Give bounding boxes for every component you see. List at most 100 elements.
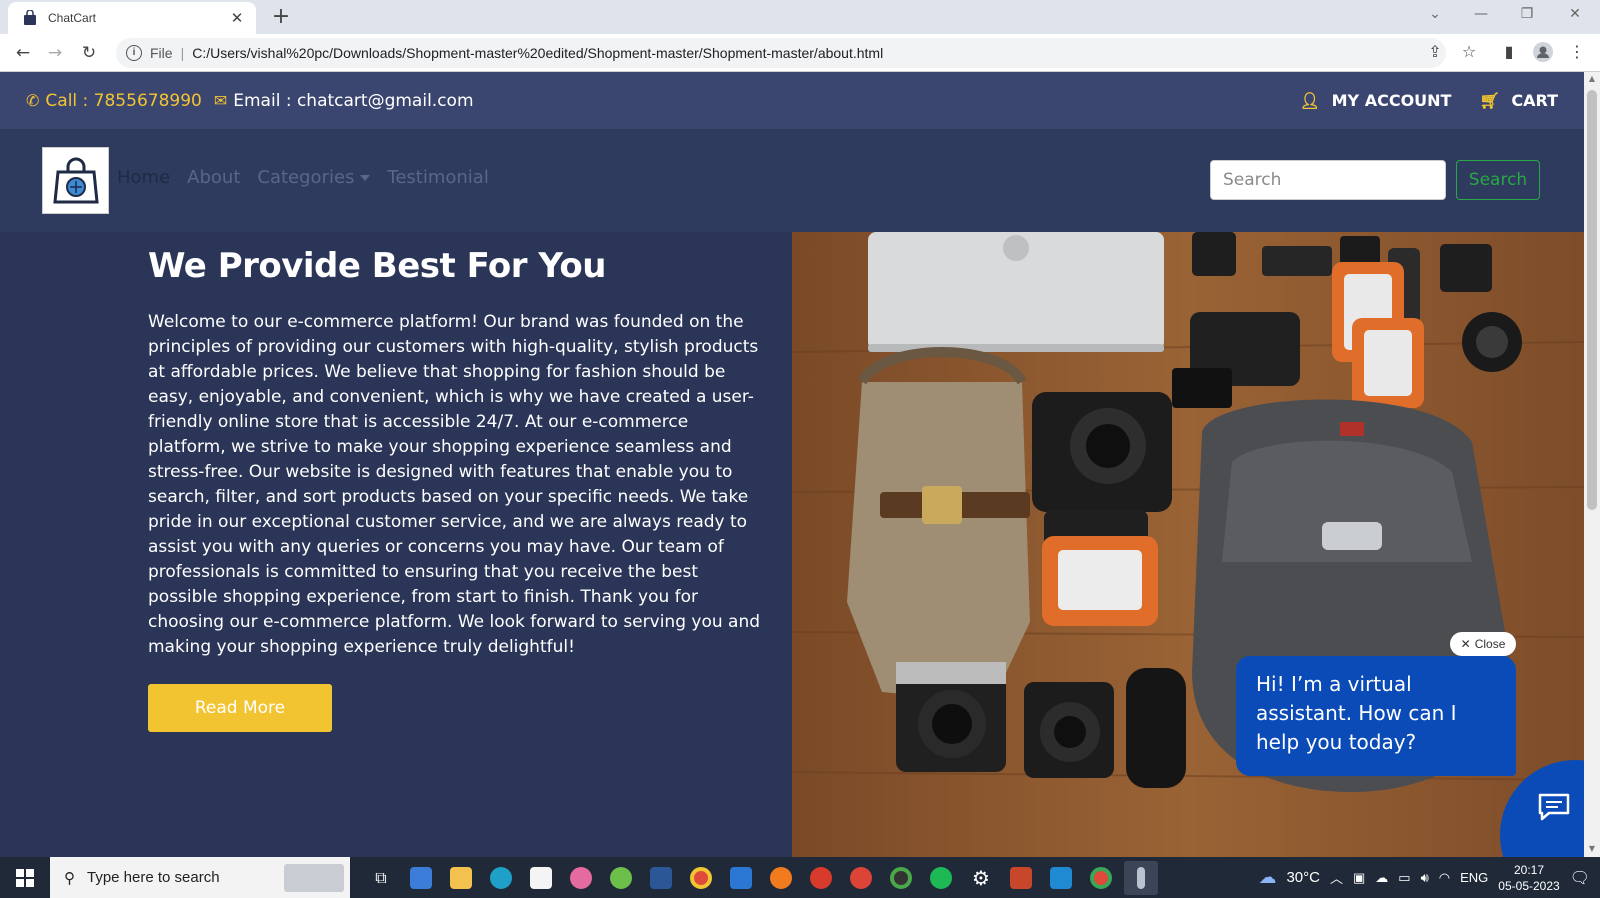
chrome-dev-icon[interactable] [884, 861, 918, 895]
language-indicator[interactable]: ENG [1460, 870, 1488, 885]
minimize-icon[interactable]: — [1466, 6, 1496, 22]
browser-tabbar: ChatCart ✕ + ⌄ — ❐ ✕ [0, 0, 1600, 34]
menu-kebab-icon[interactable]: ⋮ [1566, 42, 1588, 61]
clock-time: 20:17 [1513, 862, 1544, 877]
my-account-label: MY ACCOUNT [1331, 91, 1452, 110]
url-text[interactable]: C:/Users/vishal%20pc/Downloads/Shopment-… [192, 45, 883, 61]
url-scheme-label: File [150, 45, 173, 61]
cart-link[interactable]: 🛒︎ CART [1479, 91, 1558, 110]
volume-icon[interactable]: 🔊︎ [1421, 870, 1429, 886]
phone-icon: ✆ [26, 91, 40, 110]
settings-gear-icon[interactable]: ⚙ [964, 861, 998, 895]
call-text[interactable]: Call : 7855678990 [45, 91, 201, 111]
edge-browser-icon[interactable] [484, 861, 518, 895]
taskbar-clock[interactable]: 20:17 05-05-2023 [1498, 862, 1559, 894]
forward-icon[interactable]: → [42, 40, 68, 66]
firefox-icon[interactable] [764, 861, 798, 895]
magnifier-icon: ⚲ [64, 869, 75, 887]
about-section: We Provide Best For You Welcome to our e… [0, 232, 792, 857]
browser-toolbar: ← → ↻ i File | C:/Users/vishal%20pc/Down… [0, 34, 1600, 72]
powerpoint-icon[interactable] [1004, 861, 1038, 895]
scrollbar-thumb[interactable] [1587, 90, 1597, 510]
user-icon: 👤︎ [1299, 91, 1321, 110]
meet-now-icon[interactable]: ▣ [1353, 870, 1365, 886]
search-input[interactable] [1210, 160, 1446, 200]
taskbar-search-placeholder: Type here to search [87, 869, 220, 886]
close-tab-icon[interactable]: ✕ [228, 9, 246, 27]
show-hidden-icons-chevron-icon[interactable]: ︿ [1330, 868, 1343, 887]
bookmark-star-icon[interactable]: ☆ [1458, 42, 1480, 61]
web-page: ✆ Call : 7855678990 ✉ Email : chatcart@g… [0, 72, 1584, 857]
address-bar[interactable]: i File | C:/Users/vishal%20pc/Downloads/… [116, 38, 1446, 68]
clock-date: 05-05-2023 [1498, 878, 1560, 893]
battery-icon[interactable]: ▭ [1398, 870, 1410, 886]
spotify-icon[interactable] [924, 861, 958, 895]
page-scrollbar[interactable]: ▲ ▼ [1584, 72, 1600, 857]
search-highlight-icon [284, 863, 344, 892]
onedrive-cloud-icon[interactable]: ☁ [1375, 870, 1388, 886]
profile-icon[interactable] [1532, 42, 1554, 66]
restore-icon[interactable]: ❐ [1512, 6, 1542, 22]
cart-label: CART [1511, 91, 1558, 110]
read-more-button[interactable]: Read More [148, 684, 332, 732]
side-panel-icon[interactable]: ▮ [1498, 42, 1520, 61]
mail-icon[interactable] [724, 861, 758, 895]
chatcart-logo[interactable] [42, 147, 109, 214]
nav-home[interactable]: Home [117, 167, 170, 188]
cart-icon: 🛒︎ [1479, 91, 1500, 110]
tab-search-icon[interactable]: ⌄ [1420, 6, 1450, 22]
pdf-app-icon[interactable] [804, 861, 838, 895]
nav-testimonial[interactable]: Testimonial [387, 167, 488, 188]
nav-categories-dropdown[interactable]: Categories [257, 167, 371, 188]
info-icon[interactable]: i [126, 45, 142, 61]
vscode-icon[interactable] [1044, 861, 1078, 895]
weather-temp[interactable]: 30°C [1286, 869, 1320, 886]
paint-app-icon[interactable] [564, 861, 598, 895]
contact-strip: ✆ Call : 7855678990 ✉ Email : chatcart@g… [0, 72, 1584, 129]
chat-close-label: Close [1474, 637, 1506, 651]
nav-categories-label: Categories [257, 167, 355, 188]
ms-store-icon[interactable] [524, 861, 558, 895]
chat-greeting-text: Hi! I’m a virtual assistant. How can I h… [1256, 672, 1457, 754]
utorrent-icon[interactable] [604, 861, 638, 895]
file-explorer-icon[interactable] [444, 861, 478, 895]
word-icon[interactable] [644, 861, 678, 895]
chat-close-button[interactable]: ✕ Close [1450, 632, 1516, 656]
close-window-icon[interactable]: ✕ [1560, 6, 1590, 22]
pen-app-icon[interactable] [404, 861, 438, 895]
my-account-link[interactable]: 👤︎ MY ACCOUNT [1300, 91, 1452, 110]
chat-message-icon [1538, 793, 1570, 821]
chrome-icon[interactable] [684, 861, 718, 895]
windows-start-button[interactable] [0, 857, 50, 898]
reload-icon[interactable]: ↻ [76, 40, 102, 66]
nav-links: Home About Categories Testimonial [117, 167, 489, 188]
bag-favicon-icon [24, 10, 36, 25]
taskbar-search-box[interactable]: ⚲ Type here to search [50, 857, 350, 898]
tab-title: ChatCart [48, 11, 97, 25]
about-title: We Provide Best For You [148, 246, 606, 286]
active-app-icon[interactable] [1124, 860, 1158, 895]
system-tray: ☁ 30°C ︿ ▣ ☁ ▭ 🔊︎ ◠ ENG 20:17 05-05-2023… [1258, 862, 1600, 894]
search-button[interactable]: Search [1456, 160, 1540, 200]
url-separator: | [180, 45, 185, 61]
weather-cloud-icon: ☁ [1258, 867, 1277, 887]
email-text[interactable]: Email : chatcart@gmail.com [233, 91, 473, 111]
nav-about[interactable]: About [187, 167, 240, 188]
new-tab-button[interactable]: + [268, 4, 294, 29]
chat-greeting-bubble[interactable]: Hi! I’m a virtual assistant. How can I h… [1236, 656, 1516, 776]
caret-down-icon [360, 175, 371, 181]
windows-taskbar: ⚲ Type here to search ⧉ ⚙ ☁ 30°C ︿ ▣ ☁ ▭… [0, 857, 1600, 898]
windows-logo-icon [16, 868, 34, 887]
chrome-profile-icon[interactable] [844, 861, 878, 895]
task-view-icon[interactable]: ⧉ [364, 861, 398, 895]
envelope-icon: ✉ [213, 91, 228, 110]
wifi-icon[interactable]: ◠ [1439, 870, 1450, 886]
browser-tab[interactable]: ChatCart ✕ [8, 2, 256, 34]
notifications-icon[interactable]: 🗨︎ [1570, 868, 1590, 888]
back-icon[interactable]: ← [10, 40, 36, 66]
scroll-down-icon[interactable]: ▼ [1584, 844, 1600, 853]
chrome-2-icon[interactable] [1084, 861, 1118, 895]
shopping-bag-logo-icon [52, 157, 99, 203]
scroll-up-icon[interactable]: ▲ [1584, 74, 1600, 83]
share-icon[interactable]: ⇪ [1424, 42, 1446, 61]
